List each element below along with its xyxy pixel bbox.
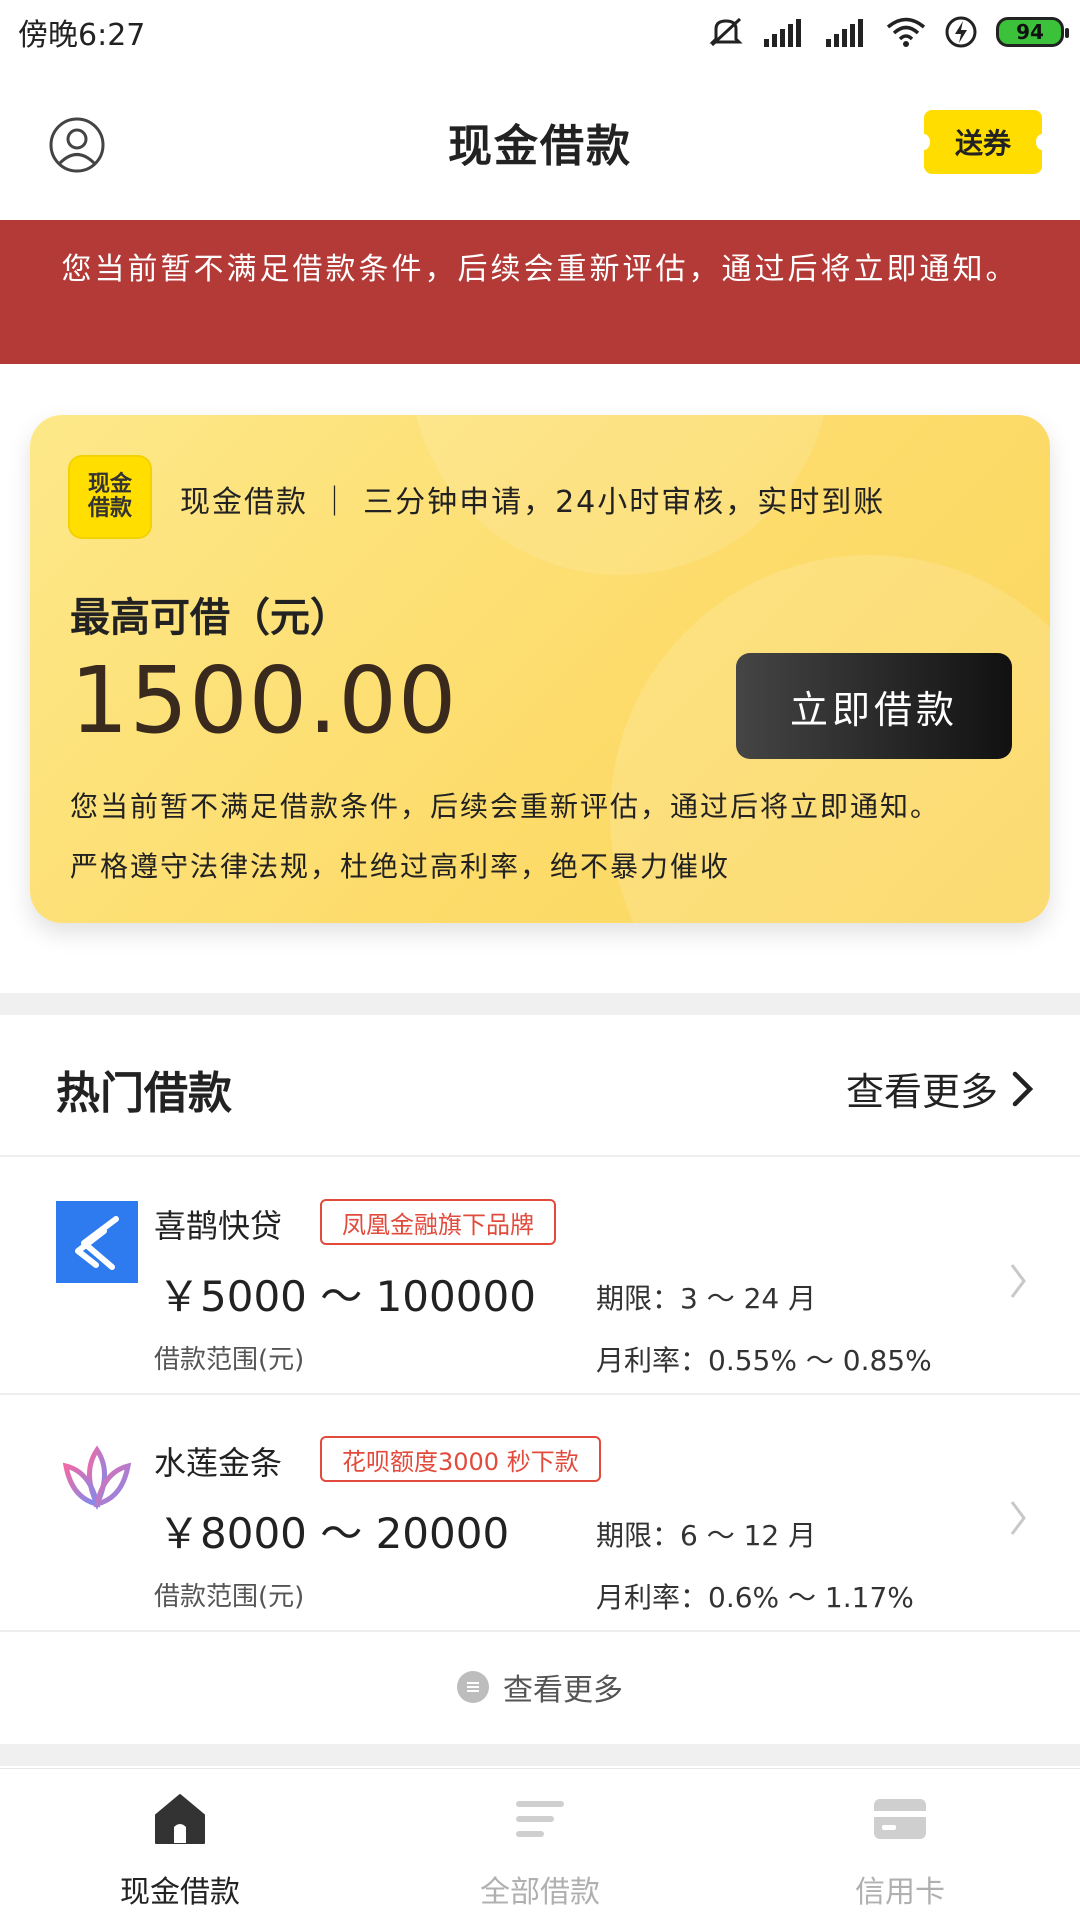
section-divider [0,1744,1080,1766]
page-title: 现金借款 [448,121,632,172]
mute-icon [709,17,743,47]
borrow-now-button[interactable]: 立即借款 [736,653,1012,759]
list-icon [457,1671,489,1703]
coupon-button[interactable]: 送券 [918,110,1048,174]
status-icons: 94 [708,15,1069,49]
user-profile-icon[interactable] [48,116,106,174]
list-lines-icon [516,1801,564,1837]
home-icon [155,1794,205,1844]
nav-label: 信用卡 [855,1875,945,1910]
nav-label: 现金借款 [120,1875,240,1910]
loan-range-label: 借款范围(元) [154,1582,305,1612]
loan-name: 水莲金条 [154,1444,283,1482]
loan-range: ￥8000 ～ 20000 [158,1509,510,1558]
battery-indicator: 94 [996,17,1069,47]
signal-icon-2 [826,19,863,47]
view-more-button-label: 查看更多 [503,1673,623,1708]
wifi-icon [886,17,926,47]
loan-tag: 花呗额度3000 秒下款 [320,1436,601,1482]
loan-rate: 月利率：0.6% ～ 1.17% [596,1581,914,1614]
chevron-right-icon [1010,1501,1026,1535]
app-header: 现金借款 送券 [0,64,1080,220]
loan-term: 期限：3 ～ 24 月 [596,1282,817,1315]
chevron-right-icon [1012,1071,1034,1106]
nav-item-credit-card[interactable]: 信用卡 [750,1769,1050,1920]
loan-tag: 凤凰金融旗下品牌 [320,1199,556,1245]
card-note-eligibility: 您当前暂不满足借款条件，后续会重新评估，通过后将立即通知。 [70,790,941,823]
xique-logo-icon [56,1201,138,1283]
loan-item[interactable]: 水莲金条 花呗额度3000 秒下款 ￥8000 ～ 20000 借款范围(元) … [0,1396,1080,1632]
loan-range-label: 借款范围(元) [154,1345,305,1375]
loan-term: 期限：6 ～ 12 月 [596,1519,817,1552]
view-more-button[interactable]: 查看更多 [0,1632,1080,1742]
app-logo-line1: 现金 [87,472,132,497]
loan-range: ￥5000 ～ 100000 [158,1272,536,1321]
section-divider [0,993,1080,1015]
hot-loans-header: 热门借款 查看更多 [0,1015,1080,1157]
signal-icon [764,19,801,47]
loan-rate: 月利率：0.55% ～ 0.85% [596,1344,932,1377]
nav-item-cash-loan[interactable]: 现金借款 [30,1769,330,1920]
app-logo: 现金 借款 [68,455,152,539]
loan-name: 喜鹊快贷 [154,1207,283,1245]
charging-icon [945,16,977,48]
credit-card-icon [874,1799,926,1839]
card-note-compliance: 严格遵守法律法规，杜绝过高利率，绝不暴力催收 [70,850,731,883]
amount-label: 最高可借（元） [70,595,350,641]
view-more-label: 查看更多 [845,1070,998,1114]
alert-banner: 您当前暂不满足借款条件，后续会重新评估，通过后将立即通知。 [0,220,1080,364]
loan-card: 现金 借款 现金借款 ｜ 三分钟申请，24小时审核，实时到账 最高可借（元） 1… [30,415,1050,923]
nav-item-all-loans[interactable]: 全部借款 [390,1769,690,1920]
status-bar: 傍晚6:27 94 [0,0,1080,64]
max-amount: 1500.00 [70,647,458,754]
loan-item[interactable]: 喜鹊快贷 凤凰金融旗下品牌 ￥5000 ～ 100000 借款范围(元) 期限：… [0,1159,1080,1395]
chevron-right-icon [1010,1264,1026,1298]
app-logo-line2: 借款 [87,496,132,521]
status-time: 傍晚6:27 [18,18,146,53]
card-brand: 现金借款 ｜ 三分钟申请，24小时审核，实时到账 [180,485,886,520]
bottom-nav: 现金借款 全部借款 信用卡 [0,1768,1080,1920]
lotus-logo-icon [62,1445,132,1510]
view-more-link[interactable]: 查看更多 [846,1061,1036,1116]
hot-loans-title: 热门借款 [56,1068,232,1119]
nav-label: 全部借款 [480,1875,600,1910]
